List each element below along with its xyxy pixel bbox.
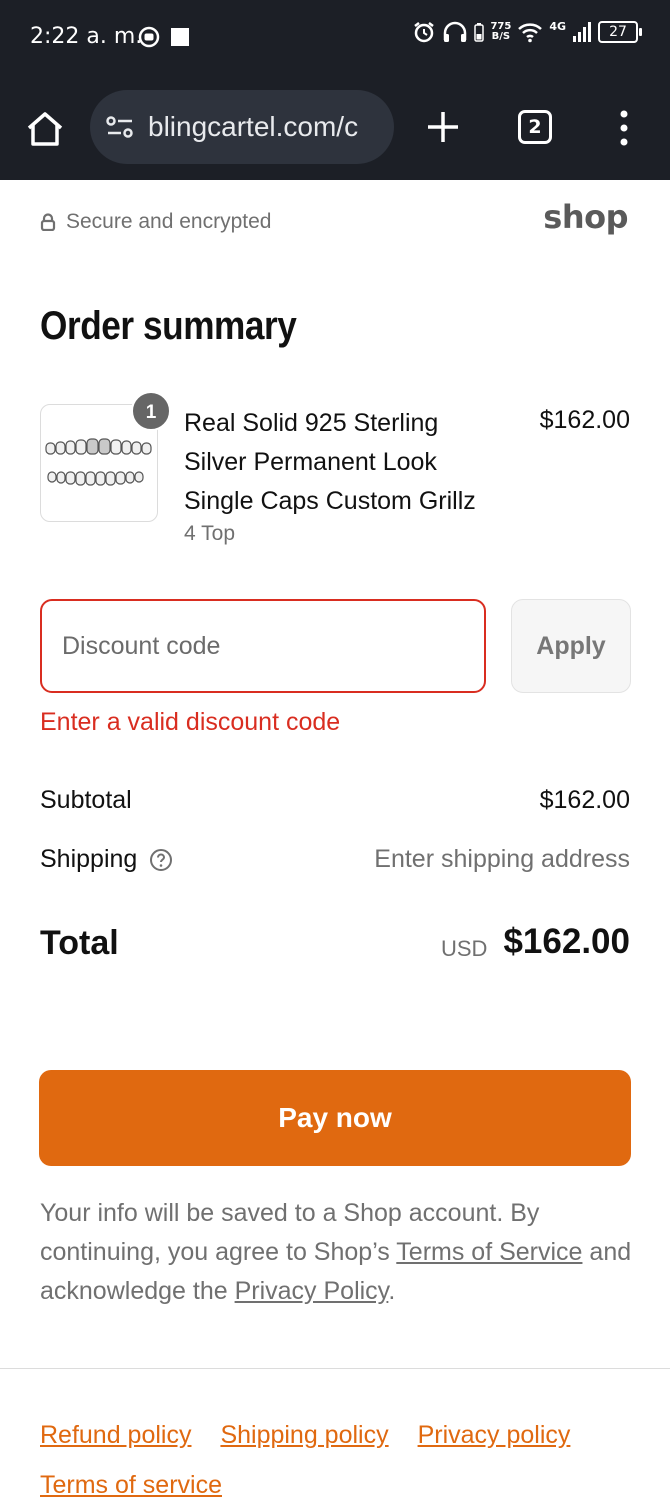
shipping-label: Shipping xyxy=(40,845,138,873)
network-speed-unit: B/S xyxy=(491,31,511,42)
screen-record-icon xyxy=(138,26,160,48)
refund-policy-link[interactable]: Refund policy xyxy=(40,1421,191,1449)
shop-logo: shop xyxy=(543,198,628,236)
battery-indicator: 27 xyxy=(598,21,642,43)
network-type: 4G xyxy=(549,19,566,33)
site-settings-icon[interactable] xyxy=(104,111,136,143)
subtotal-label: Subtotal xyxy=(40,786,132,814)
wifi-icon xyxy=(518,23,543,43)
terms-of-service-link[interactable]: Terms of Service xyxy=(396,1238,582,1266)
tab-switcher-button[interactable]: 2 xyxy=(518,110,552,144)
home-icon[interactable] xyxy=(24,108,66,150)
status-left-icons xyxy=(138,26,190,48)
status-right-icons: 775 B/S 4G 27 xyxy=(412,20,642,44)
headphone-battery-icon xyxy=(474,23,485,42)
signal-icon xyxy=(573,22,591,42)
status-time: 2:22 a. m. xyxy=(30,24,143,49)
network-speed: 775 B/S xyxy=(490,22,511,42)
disclaimer-text-3: . xyxy=(388,1277,396,1305)
headphones-icon xyxy=(444,21,467,42)
secure-text: Secure and encrypted xyxy=(66,210,272,233)
privacy-policy-link[interactable]: Privacy Policy xyxy=(235,1277,389,1305)
more-menu-icon[interactable] xyxy=(614,108,634,148)
product-price: $162.00 xyxy=(539,406,630,434)
terms-of-service-footer-link[interactable]: Terms of service xyxy=(40,1471,222,1499)
new-tab-icon[interactable] xyxy=(424,108,462,146)
footer-divider xyxy=(0,1368,670,1369)
pay-now-button[interactable]: Pay now xyxy=(39,1070,631,1166)
product-variant: 4 Top xyxy=(184,522,235,545)
product-thumbnail: 1 xyxy=(40,391,171,522)
secure-notice: Secure and encrypted xyxy=(40,210,271,234)
total-label: Total xyxy=(40,924,119,962)
subtotal-value: $162.00 xyxy=(539,786,630,814)
alarm-icon xyxy=(414,22,435,43)
total-currency: USD xyxy=(441,936,488,961)
lock-icon xyxy=(40,213,56,231)
status-bar: 2:22 a. m. 775 B/S 4G 27 xyxy=(0,0,670,78)
order-summary-title: Order summary xyxy=(40,304,297,348)
battery-tip xyxy=(639,28,642,36)
shipping-value: Enter shipping address xyxy=(374,845,630,873)
browser-toolbar: blingcartel.com/c 2 xyxy=(0,78,670,180)
question-help-icon[interactable] xyxy=(149,848,173,872)
address-bar[interactable]: blingcartel.com/c xyxy=(90,90,394,164)
product-name: Real Solid 925 Sterling Silver Permanent… xyxy=(184,409,476,515)
discount-code-input[interactable] xyxy=(40,599,486,693)
total-value: $162.00 xyxy=(503,922,630,961)
shipping-policy-link[interactable]: Shipping policy xyxy=(220,1421,388,1449)
url-text[interactable]: blingcartel.com/c xyxy=(148,111,358,143)
apply-discount-button[interactable]: Apply xyxy=(511,599,631,693)
footer-policy-links: Refund policy Shipping policy Privacy po… xyxy=(40,1410,640,1500)
battery-level: 27 xyxy=(598,21,638,43)
discount-error-message: Enter a valid discount code xyxy=(40,708,341,736)
shipping-row-label: Shipping xyxy=(40,845,173,874)
notification-square-icon xyxy=(171,28,189,46)
shop-account-disclaimer: Your info will be saved to a Shop accoun… xyxy=(40,1194,632,1311)
quantity-badge: 1 xyxy=(131,391,171,431)
footer-privacy-policy-link[interactable]: Privacy policy xyxy=(418,1421,571,1449)
